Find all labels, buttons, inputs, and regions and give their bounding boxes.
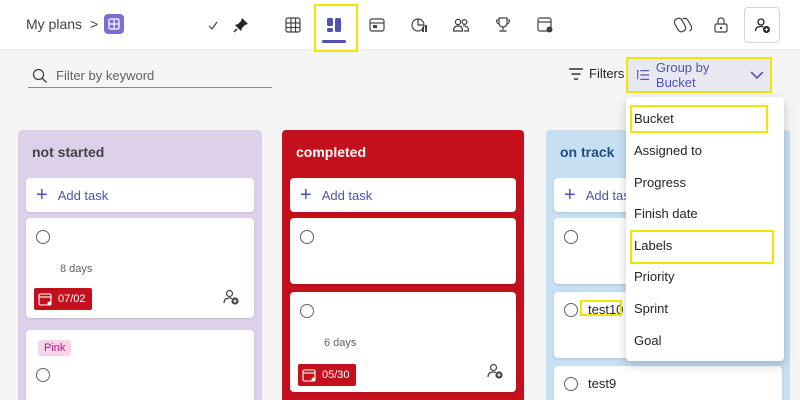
add-task-button[interactable]: + Add task	[26, 178, 254, 212]
checkmark-icon[interactable]	[200, 12, 226, 38]
menu-item-progress[interactable]: Progress	[634, 175, 686, 190]
complete-task-checkbox[interactable]	[300, 304, 314, 318]
days-indicator: 8 days	[60, 263, 93, 275]
task-title[interactable]: test9	[588, 376, 616, 391]
add-task-label: Add task	[321, 187, 373, 203]
timeline-view-icon[interactable]	[532, 12, 558, 38]
filter-keyword-input[interactable]	[56, 68, 256, 83]
list-view-icon[interactable]	[280, 12, 306, 38]
copilot-icon[interactable]	[670, 12, 696, 38]
filter-search[interactable]	[28, 64, 272, 88]
board-view-icon[interactable]	[321, 12, 347, 38]
group-by-button[interactable]: Group by Bucket	[626, 57, 772, 93]
chevron-down-icon	[750, 71, 764, 80]
complete-task-checkbox[interactable]	[564, 303, 578, 317]
task-card[interactable]: 6 days 05/30	[290, 292, 516, 392]
filters-label: Filters	[589, 66, 625, 81]
assign-person-icon[interactable]	[486, 362, 504, 380]
due-date: 07/02	[58, 293, 86, 305]
people-view-icon[interactable]	[448, 12, 474, 38]
charts-view-icon[interactable]	[406, 12, 432, 38]
breadcrumb: My plans >	[26, 14, 125, 34]
add-task-button[interactable]: + Add task	[290, 178, 516, 212]
breadcrumb-separator: >	[90, 16, 99, 32]
complete-task-checkbox[interactable]	[300, 230, 314, 244]
group-by-menu: Bucket Assigned to Progress Finish date …	[626, 97, 784, 361]
menu-item-sprint[interactable]: Sprint	[634, 301, 668, 316]
plus-icon: +	[564, 184, 576, 206]
group-by-label: Group by Bucket	[655, 60, 710, 90]
menu-item-assigned-to[interactable]: Assigned to	[634, 143, 702, 158]
menu-item-goal[interactable]: Goal	[634, 333, 661, 348]
schedule-view-icon[interactable]	[364, 12, 390, 38]
task-title[interactable]: test10	[588, 302, 623, 317]
bucket-completed: completed + Add task 6 days 05/30	[282, 130, 524, 400]
group-list-icon	[636, 70, 650, 80]
due-date-badge: 07/02	[34, 288, 92, 310]
lock-icon[interactable]	[708, 12, 734, 38]
calendar-icon	[302, 369, 316, 382]
active-view-indicator	[322, 40, 346, 43]
menu-item-finish-date[interactable]: Finish date	[634, 206, 698, 221]
task-card[interactable]: test9	[554, 366, 782, 400]
person-add-icon	[754, 18, 770, 33]
complete-task-checkbox[interactable]	[564, 230, 578, 244]
due-date-badge: 05/30	[298, 364, 356, 386]
plan-icon[interactable]	[104, 14, 125, 34]
complete-task-checkbox[interactable]	[564, 377, 578, 391]
menu-item-bucket[interactable]: Bucket	[634, 111, 674, 126]
days-indicator: 6 days	[324, 337, 357, 349]
bucket-not-started: not started + Add task 8 days 07/02 Pink	[18, 130, 262, 400]
due-date: 05/30	[322, 369, 350, 381]
filter-icon	[569, 67, 583, 80]
bucket-title[interactable]: not started	[18, 130, 262, 174]
top-bar: My plans >	[0, 0, 800, 52]
plus-icon: +	[300, 184, 312, 206]
complete-task-checkbox[interactable]	[36, 368, 50, 382]
bucket-title[interactable]: completed	[282, 130, 524, 174]
task-card[interactable]: 8 days 07/02	[26, 218, 254, 318]
plus-icon: +	[36, 184, 48, 206]
breadcrumb-my-plans[interactable]: My plans	[26, 16, 82, 32]
calendar-icon	[38, 293, 52, 306]
filters-button[interactable]: Filters	[568, 66, 624, 81]
complete-task-checkbox[interactable]	[36, 230, 50, 244]
task-card[interactable]	[290, 218, 516, 284]
task-card[interactable]: Pink	[26, 330, 254, 400]
label-tag: Pink	[38, 340, 72, 356]
assign-person-icon[interactable]	[222, 288, 240, 306]
add-task-label: Add task	[57, 187, 109, 203]
menu-item-labels[interactable]: Labels	[634, 238, 672, 253]
search-icon	[32, 68, 47, 83]
trophy-icon[interactable]	[490, 12, 516, 38]
menu-item-priority[interactable]: Priority	[634, 269, 674, 284]
add-member-button[interactable]	[744, 7, 780, 43]
pin-icon[interactable]	[228, 12, 254, 38]
